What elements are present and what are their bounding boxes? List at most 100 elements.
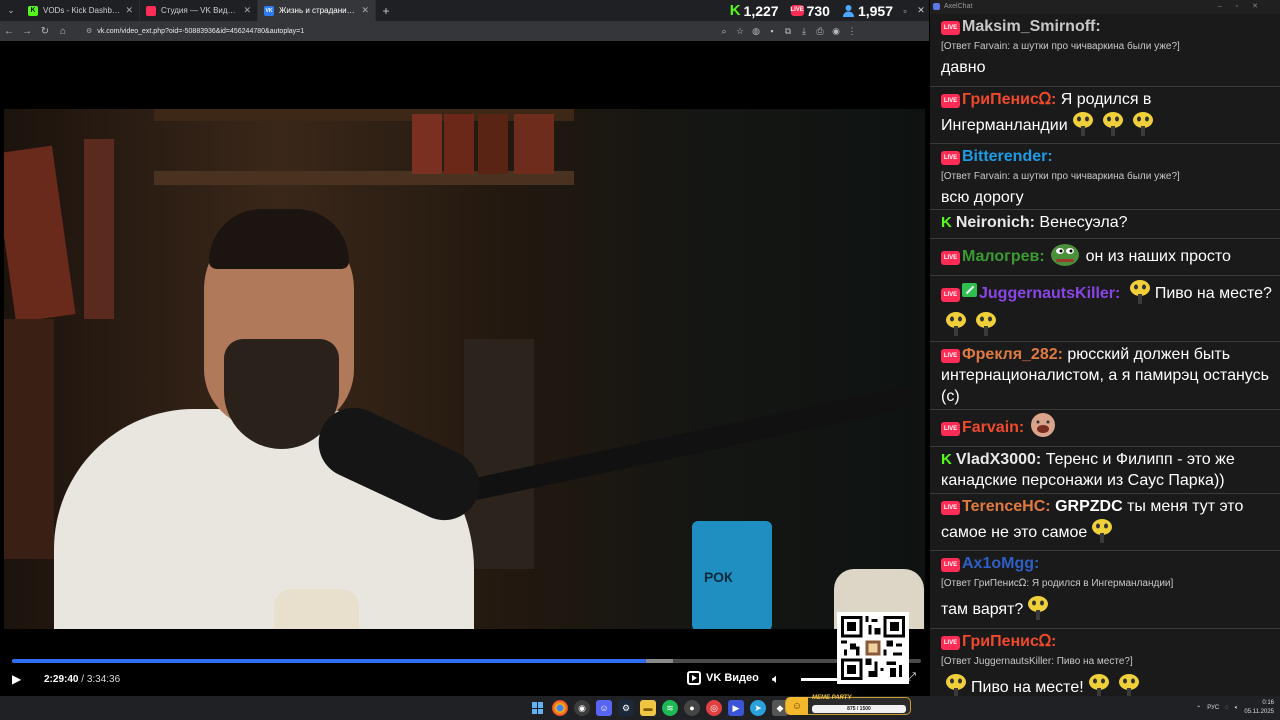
chat-username[interactable]: Малогрев: (962, 248, 1045, 265)
tool-icon[interactable]: ◎ (706, 700, 722, 716)
yellow-face-emote-icon (1023, 594, 1053, 626)
tab-close-icon[interactable]: ✕ (361, 5, 369, 16)
meme-party-widget: ☺ MEME PARTY 875 / 1500 (785, 695, 911, 715)
cast-icon[interactable]: ⎙ (812, 26, 828, 37)
windows-start-icon[interactable] (530, 700, 546, 716)
chat-message-text: он из наших просто (1085, 248, 1231, 265)
vk-live-badge-icon: LIVE (941, 501, 960, 515)
chat-username[interactable]: VladX3000: (956, 451, 1041, 468)
tab-vk-video[interactable]: VK Жизнь и страдания Романа... ✕ (258, 0, 376, 21)
tray-chevron-icon[interactable]: ⌃ (1196, 705, 1201, 712)
close-window-icon[interactable]: ✕ (913, 5, 929, 16)
clock[interactable]: 0:16 05.11.2025 (1244, 699, 1274, 717)
chat-username[interactable]: ГриПенисᘯ: (962, 633, 1056, 650)
forward-icon[interactable]: → (18, 26, 36, 37)
vk-live-badge-icon: LIVE (941, 349, 960, 363)
qr-code (837, 612, 909, 684)
book (4, 319, 54, 559)
chat-username[interactable]: Фрекля_282: (962, 346, 1063, 363)
chat-username[interactable]: JuggernautsKiller: (979, 285, 1120, 302)
tab-vk-studio[interactable]: Студия — VK Видео Live ✕ (140, 0, 258, 21)
spotify-icon[interactable]: ≋ (662, 700, 678, 716)
reload-icon[interactable]: ↻ (36, 26, 54, 37)
new-tab-button[interactable]: + (376, 0, 396, 21)
taskbar: ◉ ☺ ⚙ ▬ ≋ ● ◎ ▶ ➤ ◆ ⌃ РУС ◌ 🔈︎ 0:16 05.1… (0, 696, 1280, 720)
system-tray: ⌃ РУС ◌ 🔈︎ 0:16 05.11.2025 (1196, 696, 1274, 720)
vk-video-brand[interactable]: VK Видео (687, 671, 759, 685)
language-indicator[interactable]: РУС (1207, 705, 1219, 711)
back-icon[interactable]: ← (0, 26, 18, 37)
yellow-face-emote-icon (1098, 110, 1128, 142)
yellow-face-emote-icon (941, 310, 971, 342)
bookshelf (154, 171, 574, 185)
player-controls: ▶ 2:29:40 / 3:34:36 VK Видео 🔈︎ ⤢ (4, 667, 925, 691)
github-icon[interactable]: ● (684, 700, 700, 716)
vk-live-badge-icon: LIVE (941, 94, 960, 108)
extensions-puzzle-icon[interactable]: ⧉ (780, 26, 796, 37)
tab-kick-dashboard[interactable]: K VODs - Kick Dashboard ✕ (22, 0, 140, 21)
site-info-icon[interactable]: ⚙ (86, 27, 92, 35)
tab-close-icon[interactable]: ✕ (243, 5, 251, 16)
vk-live-badge-icon: LIVE (941, 21, 960, 35)
zoom-icon[interactable]: ⌕ (716, 26, 732, 37)
bookmark-star-icon[interactable]: ☆ (732, 26, 748, 37)
menu-icon[interactable]: ⋮ (844, 26, 860, 37)
chat-username[interactable]: ГриПенисᘯ: (962, 91, 1056, 108)
chat-window-controls[interactable]: –▫✕ (1218, 0, 1272, 14)
vk-video-label: VK Видео (706, 672, 759, 684)
chrome-icon[interactable] (552, 700, 568, 716)
moderator-badge-icon (962, 283, 977, 297)
laughing-face-emote-icon (1029, 412, 1057, 444)
chat-reply-quote: [Ответ Farvain: а шутки про чичваркина б… (941, 171, 1180, 182)
home-icon[interactable]: ⌂ (54, 26, 72, 37)
profile-icon[interactable]: ◉ (828, 26, 844, 37)
book (514, 114, 554, 174)
chat-username[interactable]: Bitterender: (962, 148, 1053, 165)
speaker-icon[interactable]: 🔈︎ (1235, 705, 1239, 712)
media-player-icon[interactable]: ▶ (728, 700, 744, 716)
tab-search-chevron-icon[interactable]: ⌄ (0, 0, 22, 21)
chat-username[interactable]: Farvain: (962, 419, 1024, 436)
chat-message-text: там варят? (941, 601, 1024, 618)
tab-label: Студия — VK Видео Live (161, 6, 239, 15)
video-progress-fill (12, 659, 646, 663)
vk-live-badge-icon: LIVE (941, 251, 960, 265)
volume-slider[interactable] (801, 678, 841, 681)
chat-username[interactable]: Maksim_Smirnoff: (962, 18, 1101, 35)
extension-icon[interactable]: ◍ (748, 26, 764, 37)
browser-window: ⌄ K VODs - Kick Dashboard ✕ Студия — VK … (0, 0, 929, 696)
chat-message: LIVE Ax1oMgg: [Ответ ГриПенисᘯ: Я родился … (930, 551, 1280, 629)
chat-username[interactable]: Ax1oMgg: (962, 555, 1039, 572)
pepe-emote-icon (1049, 241, 1081, 273)
telegram-icon[interactable]: ➤ (750, 700, 766, 716)
obs-icon[interactable]: ◉ (574, 700, 590, 716)
steam-icon[interactable]: ⚙ (618, 700, 634, 716)
meme-party-title: MEME PARTY (812, 695, 852, 701)
yellow-face-emote-icon (941, 672, 971, 696)
yellow-face-emote-icon (1128, 110, 1158, 142)
extension-badge-icon[interactable]: ▪ (764, 26, 780, 36)
video-progress-bar[interactable] (12, 659, 921, 663)
yellow-face-emote-icon (1114, 672, 1144, 696)
folder-icon[interactable]: ▬ (640, 700, 656, 716)
address-bar[interactable]: ⚙ vk.com/video_ext.php?oid=-50883936&id=… (76, 24, 716, 38)
chat-username[interactable]: TerenceHC: (962, 498, 1051, 515)
vk-live-viewer-count: 730 (806, 2, 830, 19)
vk-video-logo-icon (687, 671, 701, 685)
meme-party-icon: ☺ (786, 697, 808, 715)
chat-username[interactable]: Neironich: (956, 214, 1035, 231)
tab-close-icon[interactable]: ✕ (125, 5, 133, 16)
play-icon[interactable]: ▶ (12, 672, 38, 686)
volume-icon[interactable]: 🔈︎ (772, 671, 780, 687)
chat-message: LIVE Малогрев: он из наших просто (930, 239, 1280, 276)
vk-live-badge-icon: LIVE (941, 636, 960, 650)
video-frame[interactable]: РОК (4, 109, 925, 629)
network-icon[interactable]: ◌ (1225, 705, 1229, 711)
vk-live-badge-icon: LIVE (941, 288, 960, 302)
browser-toolbar: ← → ↻ ⌂ ⚙ vk.com/video_ext.php?oid=-5088… (0, 21, 929, 41)
download-icon[interactable]: ⤓ (796, 26, 812, 37)
kick-badge-icon: K (941, 451, 952, 468)
discord-icon[interactable]: ☺ (596, 700, 612, 716)
chat-reply-quote: [Ответ Farvain: а шутки про чичваркина б… (941, 41, 1180, 52)
minimize-icon[interactable]: ▫ (897, 6, 913, 16)
